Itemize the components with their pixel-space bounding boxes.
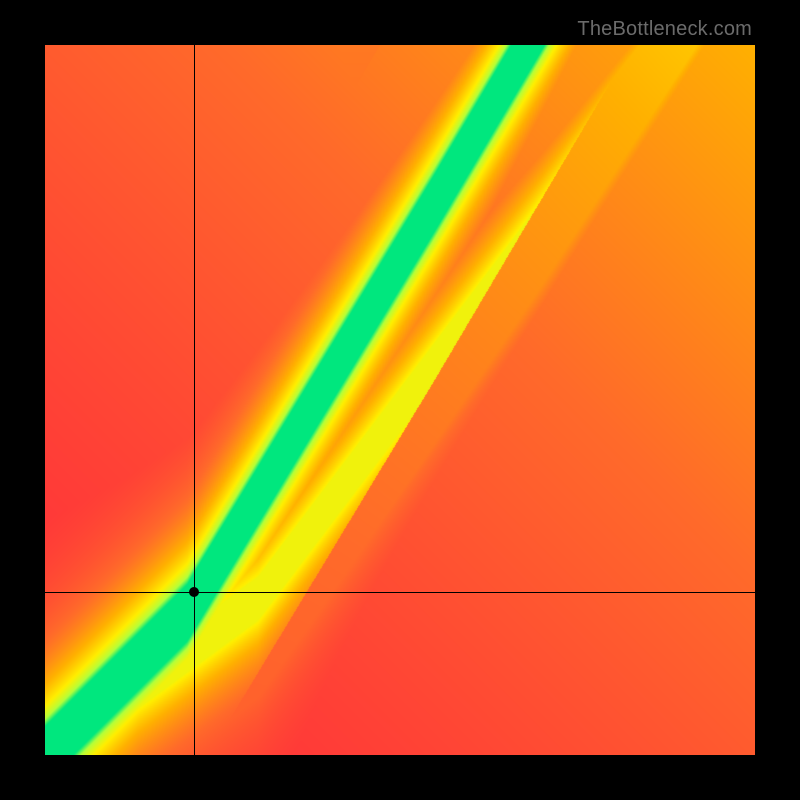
heatmap-plot bbox=[45, 45, 755, 755]
watermark-text: TheBottleneck.com bbox=[577, 18, 752, 41]
chart-frame: TheBottleneck.com bbox=[0, 0, 800, 800]
heatmap-canvas bbox=[45, 45, 755, 755]
